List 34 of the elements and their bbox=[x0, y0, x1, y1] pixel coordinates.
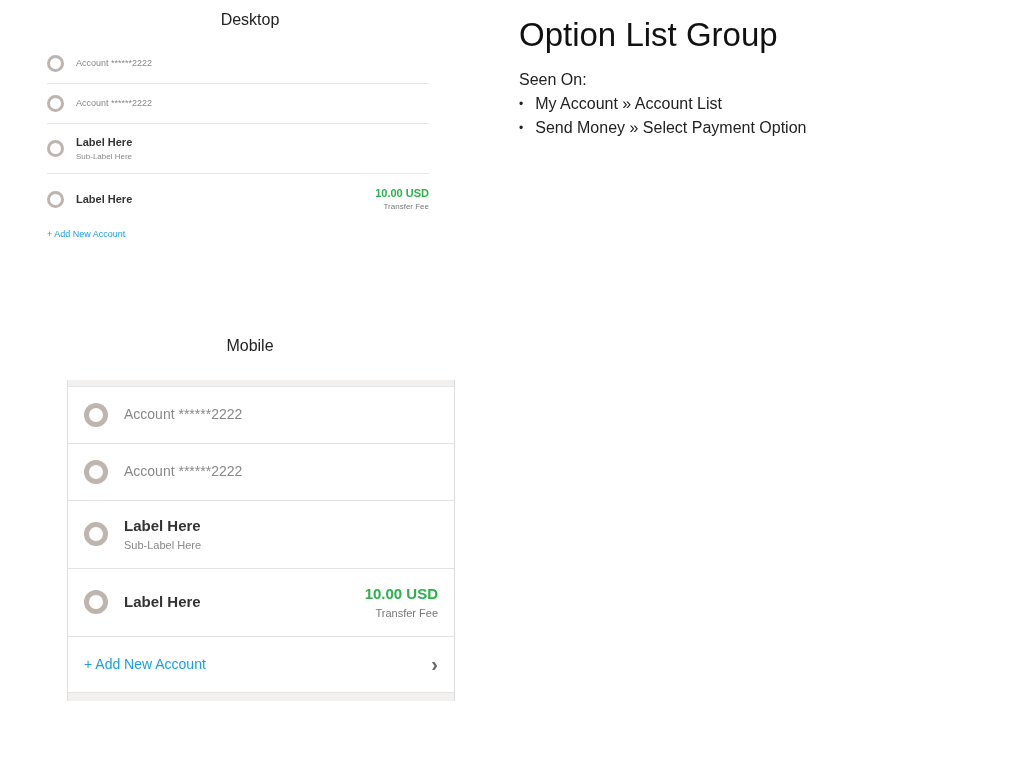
seen-on-item: Send Money » Select Payment Option bbox=[535, 117, 807, 138]
seen-on-item: My Account » Account List bbox=[535, 93, 722, 114]
add-account-link[interactable]: + Add New Account bbox=[84, 653, 206, 675]
radio-button[interactable] bbox=[84, 590, 108, 614]
option-label: Label Here bbox=[76, 191, 134, 207]
fee-amount: 10.00 USD bbox=[364, 583, 438, 604]
bullet: • bbox=[519, 119, 524, 137]
radio-button[interactable] bbox=[84, 459, 108, 484]
section-caption: Desktop bbox=[220, 10, 280, 30]
radio-button[interactable] bbox=[84, 522, 108, 546]
add-account-row[interactable]: + Add New Account › bbox=[68, 636, 454, 693]
add-account-link[interactable]: + Add New Account bbox=[47, 228, 126, 242]
fee-label: Transfer Fee bbox=[375, 606, 438, 621]
radio-button[interactable] bbox=[84, 402, 108, 427]
radio-button[interactable] bbox=[47, 190, 64, 208]
option-label: Account ******2222 bbox=[124, 405, 244, 424]
radio-button[interactable] bbox=[47, 95, 64, 112]
radio-button[interactable] bbox=[47, 55, 64, 72]
radio-button[interactable] bbox=[47, 140, 64, 157]
option-label: Label Here bbox=[124, 515, 202, 536]
fee-amount: 10.00 USD bbox=[375, 185, 429, 201]
option-label: Account ******2222 bbox=[124, 462, 244, 481]
option-label: Label Here bbox=[124, 591, 202, 612]
option-sublabel: Sub-Label Here bbox=[76, 150, 134, 163]
bullet: • bbox=[519, 95, 524, 113]
fee-label: Transfer Fee bbox=[383, 201, 429, 214]
page-title: Option List Group bbox=[519, 15, 779, 55]
option-label: Account ******2222 bbox=[76, 96, 154, 110]
option-label: Account ******2222 bbox=[76, 56, 154, 70]
seen-on-label: Seen On: bbox=[519, 69, 588, 90]
section-caption: Mobile bbox=[226, 335, 274, 356]
chevron-icon: › bbox=[431, 649, 438, 679]
option-label: Label Here bbox=[76, 135, 134, 151]
option-sublabel: Sub-Label Here bbox=[124, 538, 203, 553]
